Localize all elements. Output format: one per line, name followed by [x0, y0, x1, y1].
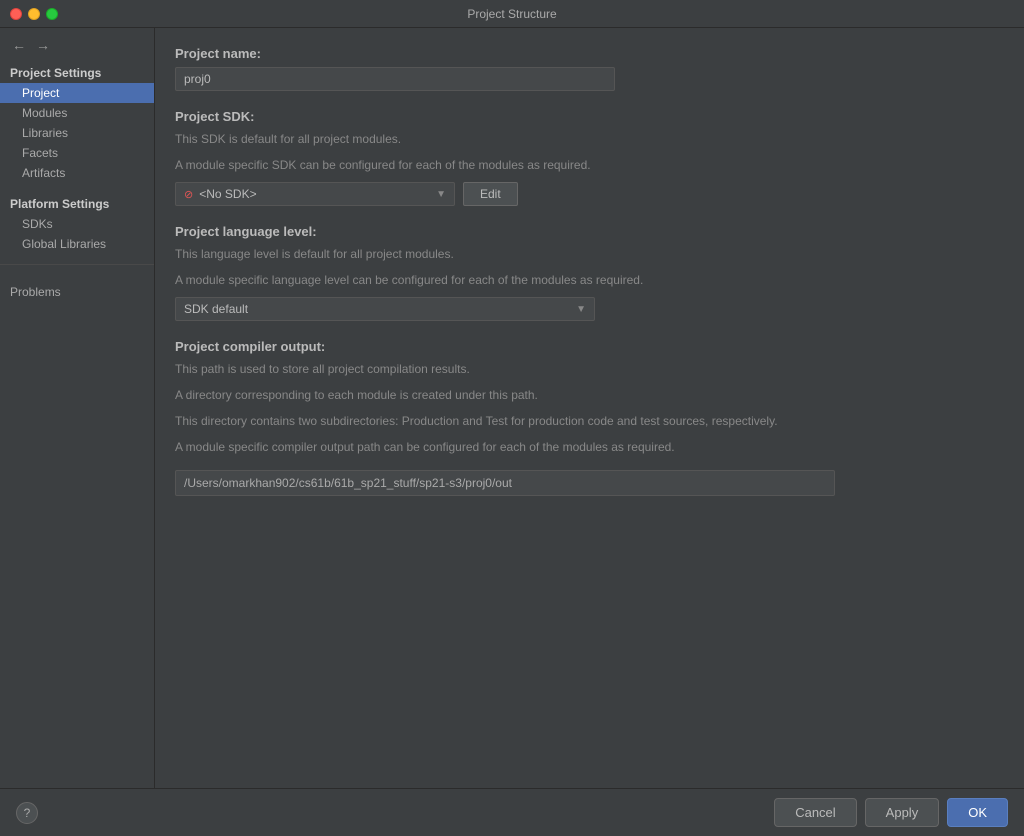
sidebar-item-global-libraries[interactable]: Global Libraries: [0, 234, 154, 254]
bottom-actions: Cancel Apply OK: [774, 798, 1008, 827]
project-name-section: Project name:: [175, 46, 1004, 91]
apply-button[interactable]: Apply: [865, 798, 940, 827]
window-controls[interactable]: [10, 8, 58, 20]
project-name-input[interactable]: [175, 67, 615, 91]
project-settings-section: Project Settings: [0, 60, 154, 83]
back-button[interactable]: ←: [8, 36, 30, 54]
platform-settings-section: Platform Settings: [0, 191, 154, 214]
sidebar-item-sdks[interactable]: SDKs: [0, 214, 154, 234]
language-level-dropdown[interactable]: SDK default ▼: [175, 297, 595, 321]
forward-button[interactable]: →: [32, 36, 54, 54]
sidebar-item-artifacts[interactable]: Artifacts: [0, 163, 154, 183]
sidebar-item-problems[interactable]: Problems: [0, 279, 154, 302]
sdk-dropdown-arrow-icon: ▼: [436, 189, 446, 200]
sdk-desc1: This SDK is default for all project modu…: [175, 130, 1004, 148]
lang-desc2: A module specific language level can be …: [175, 271, 1004, 289]
language-selected-value: SDK default: [184, 302, 576, 316]
sdk-selected-value: <No SDK>: [199, 187, 256, 201]
compiler-output-input[interactable]: [175, 470, 835, 496]
sidebar-item-project[interactable]: Project: [0, 83, 154, 103]
compiler-desc1: This path is used to store all project c…: [175, 360, 1004, 378]
nav-buttons: ← →: [0, 32, 154, 60]
sidebar-item-libraries[interactable]: Libraries: [0, 123, 154, 143]
sidebar-item-facets[interactable]: Facets: [0, 143, 154, 163]
window-title: Project Structure: [467, 7, 556, 21]
project-sdk-label: Project SDK:: [175, 109, 1004, 124]
sdk-row: ⊘ <No SDK> ▼ Edit: [175, 182, 1004, 206]
sdk-dropdown[interactable]: ⊘ <No SDK> ▼: [175, 182, 455, 206]
sdk-no-sdk-icon: ⊘: [184, 188, 193, 201]
sidebar-item-modules[interactable]: Modules: [0, 103, 154, 123]
language-level-label: Project language level:: [175, 224, 1004, 239]
compiler-desc2: A directory corresponding to each module…: [175, 386, 1004, 404]
sidebar: ← → Project Settings Project Modules Lib…: [0, 28, 155, 788]
sdk-desc2: A module specific SDK can be configured …: [175, 156, 1004, 174]
lang-desc1: This language level is default for all p…: [175, 245, 1004, 263]
close-button[interactable]: [10, 8, 22, 20]
ok-button[interactable]: OK: [947, 798, 1008, 827]
minimize-button[interactable]: [28, 8, 40, 20]
compiler-desc4: A module specific compiler output path c…: [175, 438, 1004, 456]
title-bar: Project Structure: [0, 0, 1024, 28]
compiler-desc3: This directory contains two subdirectori…: [175, 412, 1004, 430]
bottom-bar: ? Cancel Apply OK: [0, 788, 1024, 836]
help-button[interactable]: ?: [16, 802, 38, 824]
project-sdk-section: Project SDK: This SDK is default for all…: [175, 109, 1004, 206]
project-name-label: Project name:: [175, 46, 1004, 61]
compiler-output-label: Project compiler output:: [175, 339, 1004, 354]
language-level-section: Project language level: This language le…: [175, 224, 1004, 321]
content-area: Project name: Project SDK: This SDK is d…: [155, 28, 1024, 788]
main-layout: ← → Project Settings Project Modules Lib…: [0, 28, 1024, 788]
maximize-button[interactable]: [46, 8, 58, 20]
sdk-edit-button[interactable]: Edit: [463, 182, 518, 206]
cancel-button[interactable]: Cancel: [774, 798, 856, 827]
compiler-output-section: Project compiler output: This path is us…: [175, 339, 1004, 496]
language-dropdown-arrow-icon: ▼: [576, 304, 586, 315]
